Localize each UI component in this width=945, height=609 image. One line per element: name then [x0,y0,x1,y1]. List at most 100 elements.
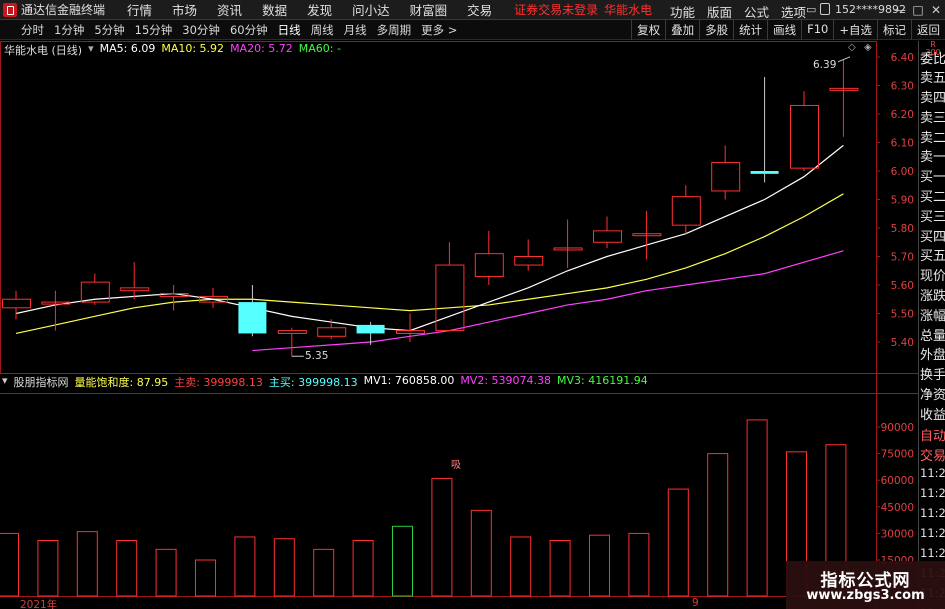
sidebar-item[interactable]: 收益 [920,404,945,423]
user-icon[interactable] [820,3,830,15]
candle-body [317,327,347,337]
menu-data[interactable]: 数据 [252,0,297,19]
btn-add-watch[interactable]: +自选 [833,20,877,40]
menu-layout[interactable]: 版面 [701,2,738,21]
candle-body [2,298,31,309]
sidebar-item[interactable]: 卖二 [920,127,945,146]
btn-stats[interactable]: 统计 [733,20,767,40]
menu-quotes[interactable]: 行情 [117,0,162,19]
menu-formula[interactable]: 公式 [738,2,775,21]
volume-bar [392,525,413,597]
btn-overlay[interactable]: 叠加 [665,20,699,40]
volume-bar [667,488,689,597]
volume-legend: ▾ 股朋指标网 量能饱和度: 87.95 主卖: 399998.13 主买: 3… [2,374,648,390]
sidebar-item[interactable]: 自动 [920,425,945,444]
sidebar-item[interactable]: 换手 [920,364,945,383]
menu-trade[interactable]: 交易 [457,0,502,19]
volume-bar [746,419,768,597]
kline-chart[interactable]: 6.40 6.30 6.20 6.10 6.00 5.90 5.80 5.70 5.60 5.50… [0,41,918,609]
sidebar-item[interactable]: 买五 [920,245,945,264]
period-15min[interactable]: 15分钟 [130,22,178,38]
volume-bars[interactable] [0,419,847,597]
window-controls: — □ ✕ [891,0,945,20]
sidebar-item[interactable]: 卖三 [920,107,945,126]
sidebar-item[interactable]: 总量 [920,325,945,344]
sidebar-item[interactable]: 涨幅 [920,305,945,324]
candle [356,322,385,345]
volume-bar [431,477,453,597]
login-status[interactable]: 证券交易未登录 [514,1,598,18]
legend-dropdown-icon-2[interactable]: ▾ [2,374,8,390]
period-monthly[interactable]: 月线 [339,22,372,38]
sidebar-item[interactable]: 外盘 [920,344,945,363]
btn-multi-stock[interactable]: 多股 [699,20,733,40]
legend-dropdown-icon[interactable]: ▾ [88,42,94,58]
vol-tick-label: 30000 [881,528,914,540]
settings-icon[interactable]: ◈ [864,42,872,53]
period-intraday[interactable]: 分时 [16,22,49,38]
period-30min[interactable]: 30分钟 [177,22,225,38]
menu-news[interactable]: 资讯 [207,0,252,19]
volume-bar [628,532,650,597]
candles[interactable] [2,59,859,357]
sidebar-item[interactable]: 买四 [920,226,945,245]
candle [593,216,622,248]
volume-bar [155,548,177,597]
period-daily[interactable]: 日线 [273,22,306,38]
trade-time: 11:29 [920,466,945,480]
sidebar-item[interactable]: 买三 [920,206,945,225]
candle-body [671,196,701,226]
volume-bar [707,453,729,597]
period-more[interactable]: 更多 > [416,22,462,38]
menu-function[interactable]: 功能 [664,2,701,21]
candle [474,230,504,285]
candle [514,239,544,271]
btn-f10[interactable]: F10 [801,20,833,40]
vol-tick-label: 45000 [881,502,914,514]
period-5min[interactable]: 5分钟 [89,22,129,38]
menu-wealth[interactable]: 财富圈 [400,0,458,19]
sidebar-item[interactable]: 卖一 [920,146,945,165]
sidebar-item[interactable]: 现价 [920,265,945,284]
vol-tick-label: 60000 [881,475,914,487]
menu-ask[interactable]: 问小达 [342,0,400,19]
minimize-icon[interactable]: — [891,3,909,17]
period-weekly[interactable]: 周线 [306,22,339,38]
sidebar-item[interactable]: 委比 [920,48,945,67]
main-buy: 主买: 399998.13 [268,376,358,389]
sidebar-item[interactable]: 交易 [920,445,945,464]
close-icon[interactable]: ✕ [927,3,945,17]
lock-icon[interactable]: ▭ [806,3,816,16]
candle [41,290,71,331]
menu-discover[interactable]: 发现 [297,0,342,19]
candle [317,319,347,340]
ma5-line [15,144,844,332]
watermark-url: www.zbgs3.com [806,588,925,603]
price-tick-label: 6.20 [891,109,914,121]
btn-mark[interactable]: 标记 [877,20,911,40]
period-1min[interactable]: 1分钟 [49,22,89,38]
ma5-label: MA5: 6.09 [99,42,156,55]
period-multi[interactable]: 多周期 [372,22,417,38]
btn-adjust[interactable]: 复权 [631,20,665,40]
sidebar-item[interactable]: 买一 [920,166,945,185]
volume-bar [470,509,492,597]
menu-market[interactable]: 市场 [162,0,207,19]
diamond-icon[interactable]: ◇ [848,42,856,53]
ma10-line [15,193,844,335]
period-60min[interactable]: 60分钟 [225,22,273,38]
sidebar-item[interactable]: 净资 [920,384,945,403]
sidebar-item[interactable]: 涨跌 [920,285,945,304]
indicator-value: 量能饱和度: 87.95 [74,376,169,389]
btn-back[interactable]: 返回 [911,20,945,40]
chart-frame [0,41,918,609]
sidebar-item[interactable]: 买二 [920,186,945,205]
sidebar-item[interactable]: 卖四 [920,87,945,106]
candle-body [120,287,150,292]
maximize-icon[interactable]: □ [909,3,927,17]
candle-body [711,161,741,192]
btn-draw[interactable]: 画线 [767,20,801,40]
sidebar-item[interactable]: 卖五 [920,67,945,86]
app-logo-icon [3,2,17,17]
price-tick-label: 6.00 [891,166,914,178]
